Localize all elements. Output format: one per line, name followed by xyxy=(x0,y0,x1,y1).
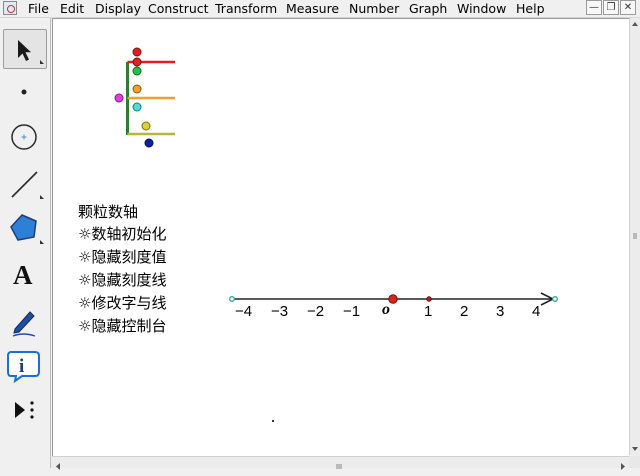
right-endpoint[interactable] xyxy=(552,296,558,302)
segment-icon xyxy=(11,171,44,199)
vertical-scrollbar-arrows xyxy=(632,22,638,451)
svg-text:i: i xyxy=(19,356,24,377)
scroll-up-icon xyxy=(632,22,638,26)
scroll-right-icon xyxy=(621,463,625,470)
menu-construct[interactable]: Construct xyxy=(148,0,209,17)
tick-label: −1 xyxy=(343,303,361,320)
horizontal-scrollbar[interactable] xyxy=(52,456,629,470)
panel-title: 颗粒数轴 xyxy=(78,203,139,221)
unit-point[interactable] xyxy=(426,296,432,302)
restore-button[interactable]: ❐ xyxy=(603,0,619,15)
arrow-select-tool[interactable] xyxy=(3,29,47,69)
vertical-scrollbar[interactable] xyxy=(629,18,640,455)
custom-tool[interactable] xyxy=(3,390,47,430)
hide-tick-values-button[interactable]: ☼隐藏刻度值 xyxy=(78,246,166,267)
hide-tick-marks-button[interactable]: ☼隐藏刻度线 xyxy=(78,269,166,290)
menu-file[interactable]: File xyxy=(28,0,49,17)
menu-number[interactable]: Number xyxy=(349,0,399,17)
menu-edit[interactable]: Edit xyxy=(60,0,84,17)
yellow-handle[interactable] xyxy=(141,121,151,131)
menu-help[interactable]: Help xyxy=(516,0,545,17)
menu-window[interactable]: Window xyxy=(457,0,506,17)
red-handle-top[interactable] xyxy=(132,47,142,57)
magenta-handle[interactable] xyxy=(114,93,124,103)
straightedge-tool[interactable] xyxy=(3,164,47,204)
info-balloon-icon: i xyxy=(7,351,40,384)
control-panel xyxy=(114,47,175,148)
blue-handle[interactable] xyxy=(144,138,154,148)
scroll-down-icon xyxy=(632,447,638,451)
menu-transform[interactable]: Transform xyxy=(215,0,277,17)
minimize-button[interactable]: — xyxy=(586,0,602,15)
menu-graph[interactable]: Graph xyxy=(409,0,447,17)
marker-tool[interactable] xyxy=(3,301,47,341)
tick-label: −2 xyxy=(307,303,325,320)
tick-label: 1 xyxy=(424,303,433,320)
close-button[interactable]: ✕ xyxy=(620,0,636,15)
point-icon xyxy=(21,89,27,95)
initialize-number-line-button[interactable]: ☼数轴初始化 xyxy=(78,223,166,244)
scroll-left-icon xyxy=(56,463,60,470)
information-tool[interactable]: i xyxy=(3,345,47,385)
menu-bar: File Edit Display Construct Transform Me… xyxy=(0,0,640,18)
point-tool[interactable] xyxy=(3,72,47,112)
menu-display[interactable]: Display xyxy=(95,0,141,17)
hide-console-button[interactable]: ☼隐藏控制台 xyxy=(78,315,166,336)
app-icon[interactable] xyxy=(3,1,17,15)
origin-point[interactable] xyxy=(388,294,398,304)
polygon-tool[interactable] xyxy=(3,209,47,249)
compass-circle-icon xyxy=(11,124,37,150)
horizontal-scrollbar-arrows xyxy=(56,463,625,470)
arrow-icon xyxy=(18,40,44,64)
compass-tool[interactable] xyxy=(3,117,47,157)
origin-label: o xyxy=(382,301,390,318)
text-tool[interactable]: A xyxy=(3,254,47,294)
orange-handle[interactable] xyxy=(132,84,142,94)
polygon-icon xyxy=(10,214,44,244)
red-handle[interactable] xyxy=(132,57,142,67)
menu-measure[interactable]: Measure xyxy=(286,0,339,17)
text-a-icon: A xyxy=(13,260,33,290)
left-endpoint[interactable] xyxy=(229,296,235,302)
sketch-canvas[interactable]: 颗粒数轴 ☼数轴初始化 ☼隐藏刻度值 ☼隐藏刻度线 ☼修改字与线 ☼隐藏控制台 … xyxy=(52,18,629,456)
green-handle[interactable] xyxy=(132,66,142,76)
cyan-handle[interactable] xyxy=(132,102,142,112)
tick-label: −3 xyxy=(271,303,289,320)
pen-marker-icon xyxy=(12,311,36,337)
scroll-corner xyxy=(629,456,640,468)
toolbox: A i xyxy=(0,18,51,468)
tick-label: 4 xyxy=(532,303,541,320)
tick-label: 2 xyxy=(460,303,469,320)
modify-text-and-line-button[interactable]: ☼修改字与线 xyxy=(78,292,166,313)
tick-label: −4 xyxy=(235,303,253,320)
stray-point[interactable] xyxy=(272,420,274,422)
svg-text:A: A xyxy=(13,260,33,290)
custom-tools-icon xyxy=(15,401,34,419)
tick-label: 3 xyxy=(496,303,505,320)
